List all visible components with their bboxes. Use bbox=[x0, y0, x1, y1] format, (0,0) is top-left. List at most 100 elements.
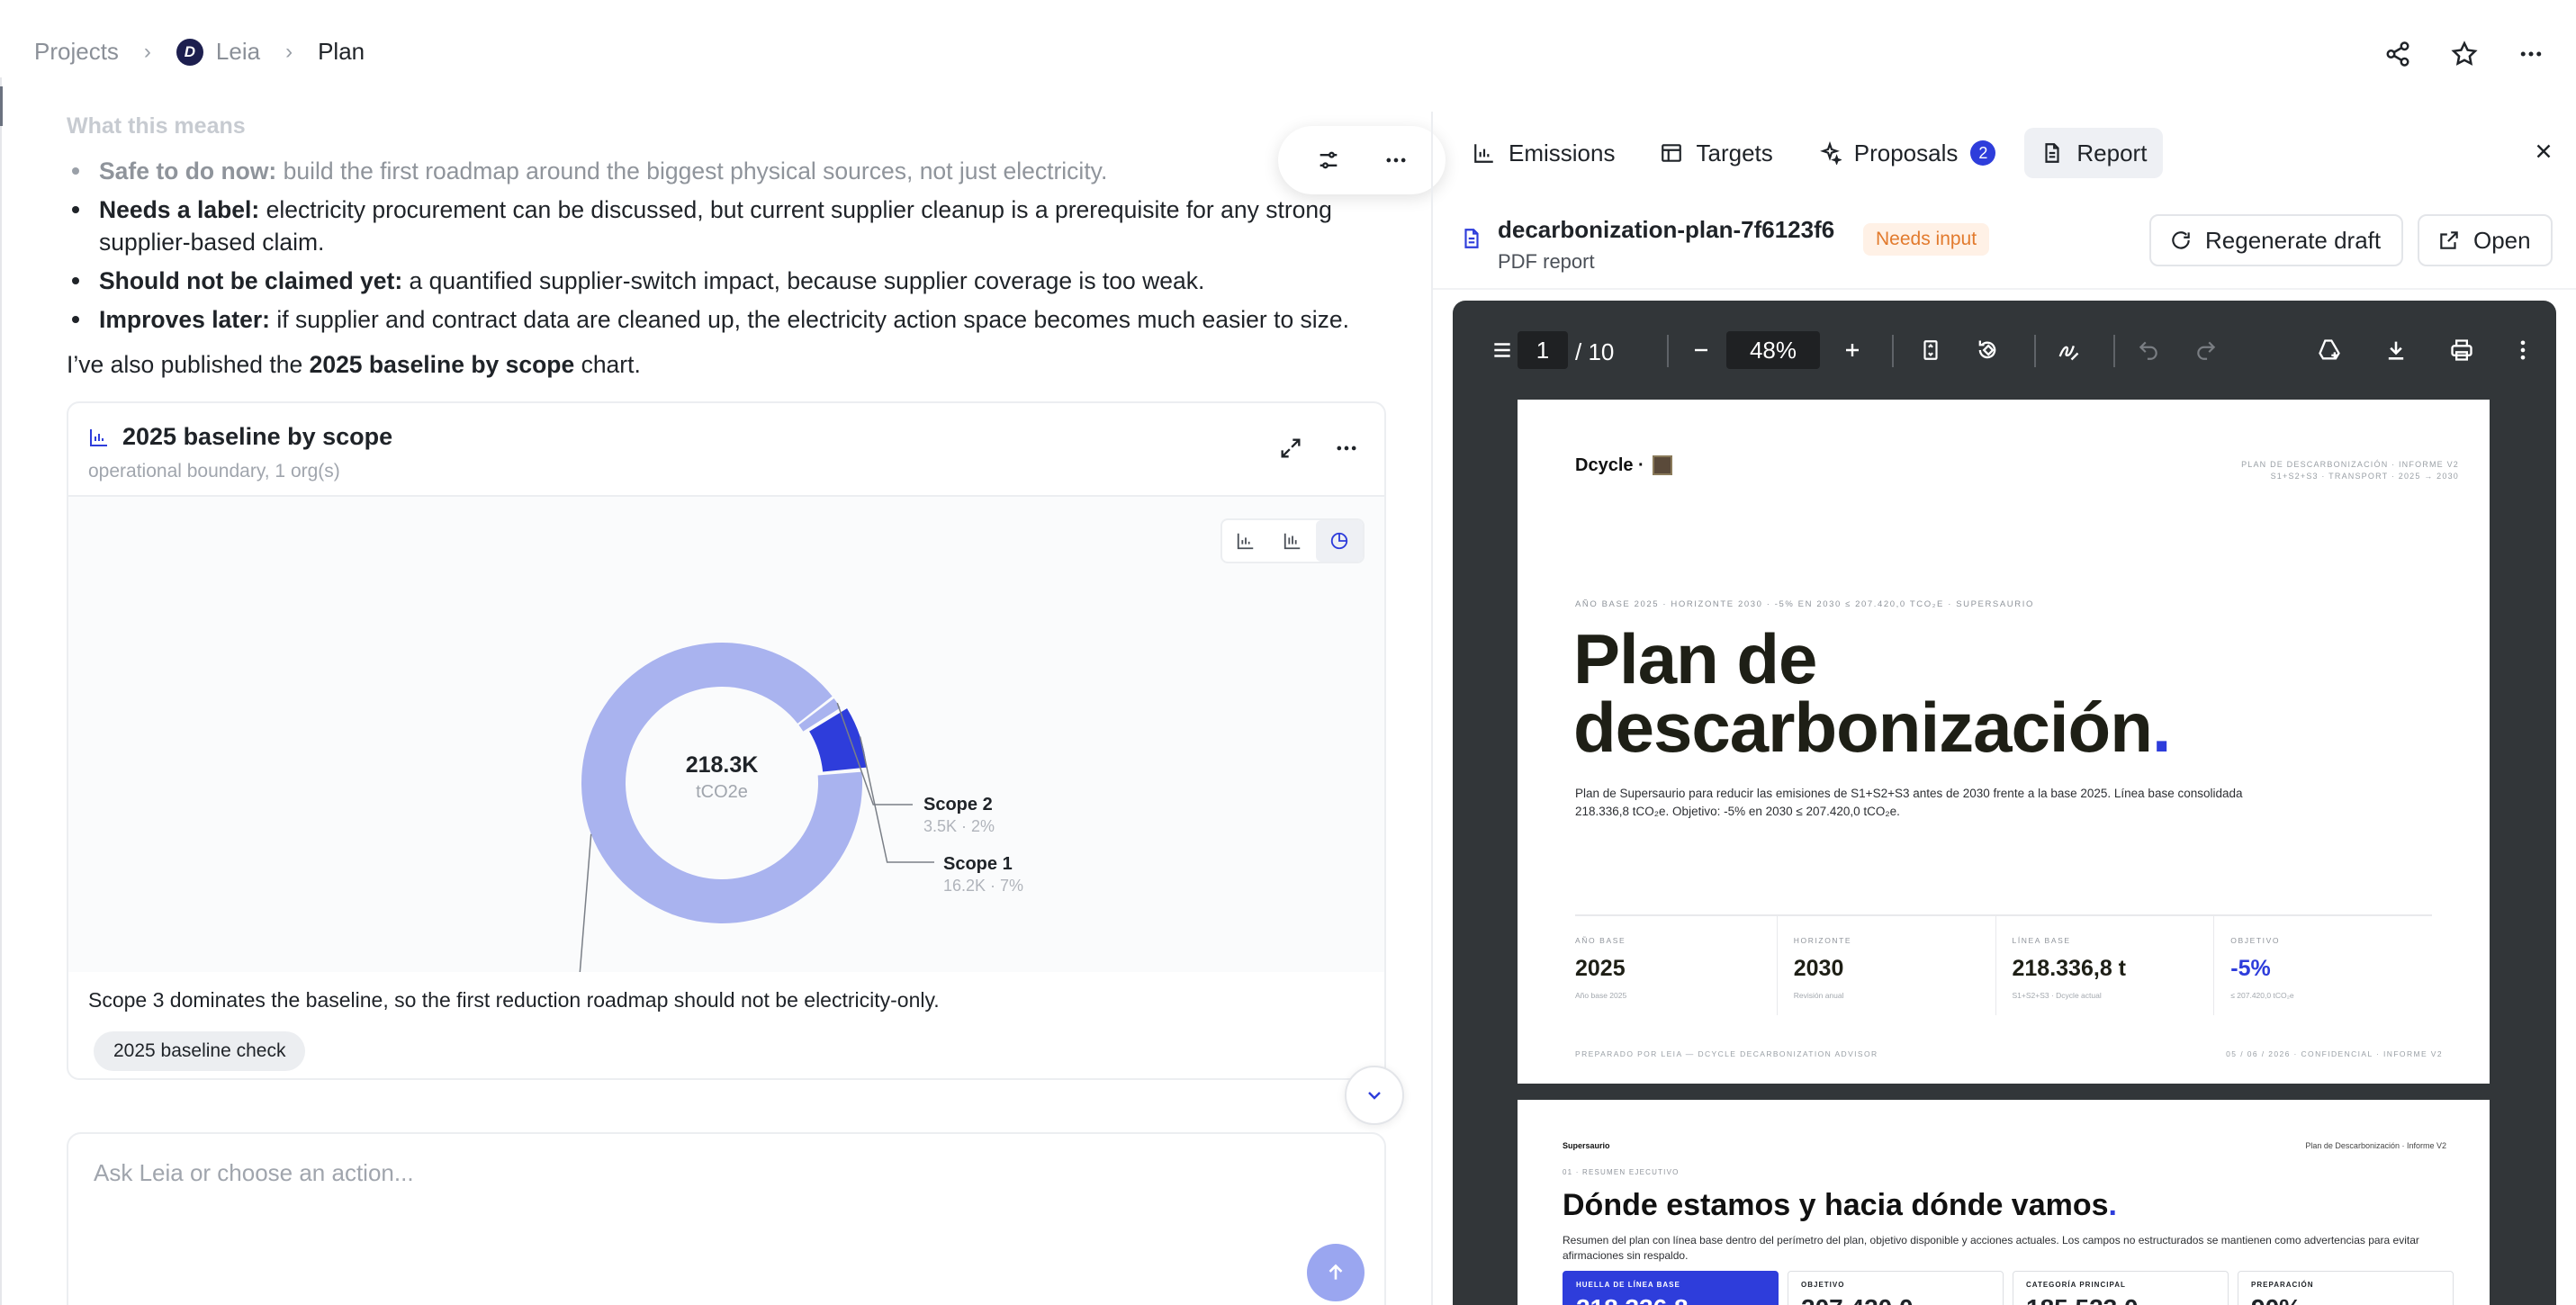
baseline-check-chip[interactable]: 2025 baseline check bbox=[94, 1031, 306, 1071]
card-label: OBJETIVO bbox=[1801, 1281, 1845, 1289]
card-value: 218.336,8 bbox=[1576, 1294, 1765, 1305]
list-item: Needs a label: electricity procurement c… bbox=[67, 194, 1381, 258]
send-button[interactable] bbox=[1307, 1244, 1365, 1301]
stat-base-year: AÑO BASE 2025 Año base 2025 bbox=[1575, 916, 1778, 1015]
zoom-level[interactable]: 48% bbox=[1726, 331, 1820, 369]
divider bbox=[2113, 335, 2115, 367]
scroll-down-button[interactable] bbox=[1345, 1066, 1404, 1125]
print-icon[interactable] bbox=[2448, 332, 2475, 368]
slice-value-scope2: 3.5K · 2% bbox=[923, 817, 995, 835]
bullet-text: electricity procurement can be discussed… bbox=[99, 196, 1332, 256]
zoom-out-icon[interactable] bbox=[1690, 332, 1712, 368]
page-header-meta: Plan de Descarbonización · Informe V2 bbox=[2305, 1141, 2446, 1150]
download-icon[interactable] bbox=[2383, 332, 2409, 368]
slice-label-scope1: Scope 1 bbox=[943, 854, 1013, 874]
report-file-row: decarbonization-plan-7f6123f6 PDF report bbox=[1433, 205, 2576, 283]
sparkle-icon bbox=[1819, 141, 1842, 165]
undo-icon[interactable] bbox=[2137, 332, 2160, 368]
stat-value: 2025 bbox=[1575, 956, 1626, 981]
page-header-meta: PLAN DE DESCARBONIZACIÓN · INFORME V2 S1… bbox=[2241, 459, 2459, 482]
pdf-pages[interactable]: Dcycle · PLAN DE DESCARBONIZACIÓN · INFO… bbox=[1453, 400, 2556, 1305]
more-icon[interactable] bbox=[1329, 430, 1365, 466]
tab-emissions[interactable]: Emissions bbox=[1456, 128, 1631, 178]
pdf-toolbar: 1 / 10 48% bbox=[1453, 301, 2556, 400]
stat-note: S1+S2+S3 · Dcycle actual bbox=[2012, 991, 2102, 1000]
card-label: PREPARACIÓN bbox=[2251, 1281, 2314, 1289]
rotate-icon[interactable] bbox=[1975, 332, 2000, 368]
list-item: Safe to do now: build the first roadmap … bbox=[67, 155, 1381, 187]
tab-report[interactable]: Report bbox=[2024, 128, 2164, 178]
tab-label: Targets bbox=[1696, 139, 1773, 166]
more-icon[interactable] bbox=[1378, 142, 1414, 178]
expand-icon[interactable] bbox=[1273, 430, 1309, 466]
title-dot: . bbox=[2108, 1188, 2117, 1222]
chat-pane: What this means Safe to do now: build th… bbox=[67, 101, 1446, 1305]
page-kicker: AÑO BASE 2025 · HORIZONTE 2030 · -5% EN … bbox=[1575, 599, 2034, 609]
card-label: CATEGORÍA PRINCIPAL bbox=[2026, 1281, 2126, 1289]
regenerate-label: Regenerate draft bbox=[2205, 226, 2382, 254]
chart-center-value: 218.3K bbox=[686, 752, 759, 778]
chart-title: 2025 baseline by scope bbox=[122, 423, 393, 450]
status-badge: Needs input bbox=[1863, 223, 1990, 256]
breadcrumb-projects[interactable]: Projects bbox=[34, 38, 119, 66]
key-figures: AÑO BASE 2025 Año base 2025 HORIZONTE 20… bbox=[1575, 914, 2432, 1015]
chevron-down-icon bbox=[1368, 1092, 1381, 1100]
sliders-icon[interactable] bbox=[1311, 142, 1347, 178]
sidebar-edge bbox=[0, 77, 9, 1305]
stat-label: HORIZONTE bbox=[1793, 936, 1852, 945]
menu-icon[interactable] bbox=[1491, 332, 1514, 368]
redo-icon[interactable] bbox=[2194, 332, 2218, 368]
tab-proposals[interactable]: Proposals 2 bbox=[1802, 128, 2013, 178]
tab-label: Emissions bbox=[1509, 139, 1616, 166]
chat-input[interactable] bbox=[94, 1159, 1264, 1187]
stat-value: 2030 bbox=[1793, 956, 1844, 981]
page-title: Plan de descarbonización. bbox=[1573, 624, 2172, 762]
fit-page-icon[interactable] bbox=[1919, 332, 1942, 368]
more-icon[interactable] bbox=[2513, 36, 2549, 72]
star-icon[interactable] bbox=[2446, 36, 2482, 72]
stat-label: OBJETIVO bbox=[2230, 936, 2281, 945]
donut-chart: 218.3K tCO2e Scope 2 3.5K · 2% Scope 1 1… bbox=[579, 643, 1023, 972]
bullet-text: if supplier and contract data are cleane… bbox=[270, 306, 1350, 333]
bullet-text: build the first roadmap around the bigge… bbox=[276, 158, 1108, 184]
client-logo bbox=[1653, 455, 1672, 475]
workspace-logo: D bbox=[176, 38, 203, 66]
close-icon[interactable] bbox=[2526, 133, 2562, 169]
stat-value: 218.336,8 t bbox=[2012, 956, 2127, 981]
title-text: Dónde estamos y hacia dónde vamos bbox=[1563, 1188, 2109, 1222]
pdf-page-2: Supersaurio Plan de Descarbonización · I… bbox=[1518, 1100, 2490, 1305]
summary-cards: HUELLA DE LÍNEA BASE 218.336,8 OBJETIVO … bbox=[1563, 1271, 2454, 1305]
regenerate-draft-button[interactable]: Regenerate draft bbox=[2149, 214, 2403, 266]
zoom-in-icon[interactable] bbox=[1842, 332, 1863, 368]
stat-value: -5% bbox=[2230, 956, 2271, 981]
bullet-text: a quantified supplier-switch impact, bec… bbox=[402, 267, 1205, 294]
add-to-drive-icon[interactable] bbox=[2315, 332, 2344, 368]
breadcrumb-workspace[interactable]: Leia bbox=[216, 38, 260, 66]
chart-area: 218.3K tCO2e Scope 2 3.5K · 2% Scope 1 1… bbox=[68, 497, 1384, 972]
page-brand: Supersaurio bbox=[1563, 1141, 1610, 1150]
tab-label: Proposals bbox=[1853, 139, 1959, 166]
page-footer-right: 05 / 06 / 2026 · CONFIDENCIAL · INFORME … bbox=[2226, 1049, 2443, 1058]
share-icon[interactable] bbox=[2380, 36, 2416, 72]
brand-logo: Dcycle · bbox=[1575, 455, 1644, 475]
bullet-label: Needs a label: bbox=[99, 196, 260, 223]
draw-icon[interactable] bbox=[2056, 332, 2081, 368]
tab-targets[interactable]: Targets bbox=[1644, 128, 1788, 178]
bar-chart-icon bbox=[1474, 144, 1493, 163]
published-suffix: chart. bbox=[574, 351, 641, 378]
chat-composer bbox=[67, 1132, 1386, 1305]
open-button[interactable]: Open bbox=[2418, 214, 2553, 266]
page-description: Plan de Supersaurio para reducir las emi… bbox=[1575, 787, 2243, 818]
page-number-input[interactable]: 1 bbox=[1518, 331, 1568, 369]
stat-note: Revisión anual bbox=[1793, 991, 1844, 1000]
chart-card-header: 2025 baseline by scope operational bound… bbox=[68, 403, 1384, 497]
more-vertical-icon[interactable] bbox=[2518, 332, 2527, 368]
stat-note: Año base 2025 bbox=[1575, 991, 1627, 1000]
page-total: / 10 bbox=[1575, 338, 1615, 365]
pdf-viewer: 1 / 10 48% Dcycle · PLAN DE DESCARBONIZA… bbox=[1453, 301, 2556, 1305]
open-label: Open bbox=[2473, 226, 2531, 254]
summary-card: CATEGORÍA PRINCIPAL 185.523,0 bbox=[2013, 1271, 2229, 1305]
page-title: Dónde estamos y hacia dónde vamos. bbox=[1563, 1188, 2117, 1223]
document-icon bbox=[2045, 143, 2059, 163]
bullet-label: Safe to do now: bbox=[99, 158, 277, 184]
